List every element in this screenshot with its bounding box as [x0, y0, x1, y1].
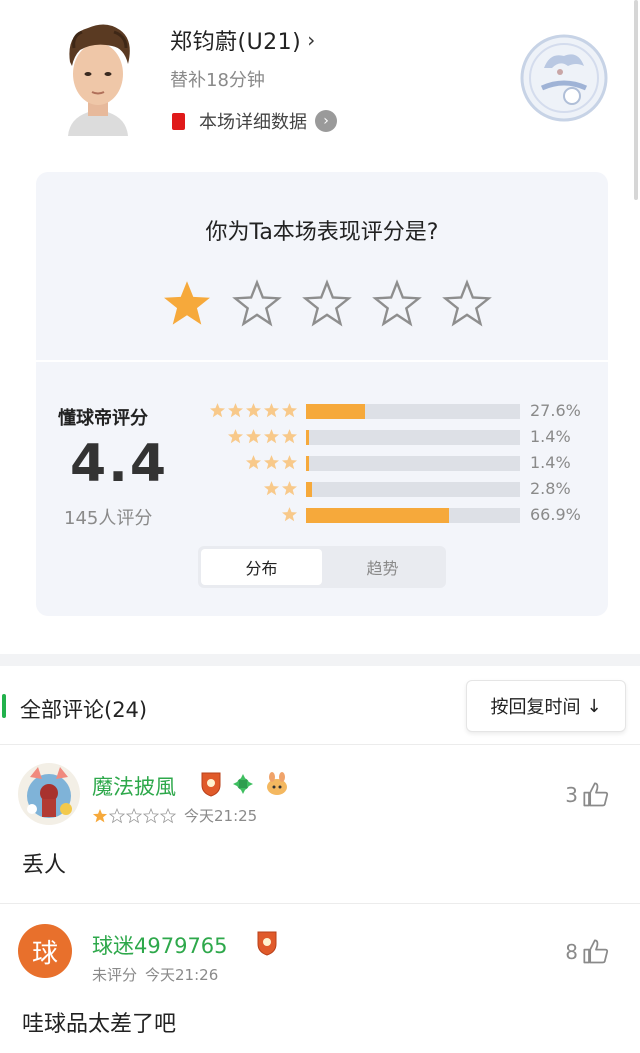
rate-star-3[interactable] [292, 274, 362, 334]
substitute-minutes: 替补18分钟 [170, 70, 265, 91]
distribution-row-5-star: 27.6% [208, 401, 598, 420]
rating-status: 未评分 [92, 966, 138, 984]
comment-meta: 未评分 今天21:26 [92, 964, 218, 985]
chevron-right-icon: › [307, 28, 316, 52]
mini-stars [281, 506, 298, 523]
comment-username[interactable]: 魔法披風 [92, 771, 176, 801]
user-avatar[interactable] [18, 763, 80, 825]
player-header: 郑钧蔚(U21) › 替补18分钟 本场详细数据 › [0, 0, 640, 160]
rate-star-1[interactable] [152, 274, 222, 334]
scrollbar[interactable] [634, 0, 638, 200]
comments-title: 全部评论(24) [20, 698, 148, 722]
like-button[interactable]: 8 [565, 938, 610, 966]
rabbit-badge-icon [267, 772, 287, 795]
comment-item: 球 球迷4979765 未评分 今天21:26 8 哇球品太差了吧 [0, 904, 640, 1053]
distribution-trend-toggle: 分布 趋势 [198, 546, 446, 588]
user-avatar[interactable]: 球 [18, 924, 72, 978]
match-detail-label: 本场详细数据 [199, 112, 307, 133]
user-badges [200, 771, 290, 797]
star-filled-icon [164, 281, 210, 325]
given-rating-stars [92, 807, 176, 824]
thumbs-up-icon [583, 939, 609, 964]
distribution-percent: 66.9% [530, 505, 581, 524]
rating-card: 你为Ta本场表现评分是? 懂球帝评分 4.4 145人评分 27.6% 1.4% 1… [36, 172, 608, 616]
mini-stars [227, 428, 298, 445]
comment-username[interactable]: 球迷4979765 [92, 930, 228, 960]
star-outline-icon [302, 279, 352, 327]
comment-time: 今天21:25 [184, 807, 258, 825]
arrow-down-icon: ↓ [586, 695, 602, 717]
distribution-bar-track [306, 404, 520, 419]
mini-stars [209, 402, 298, 419]
sort-button[interactable]: 按回复时间 ↓ [466, 680, 626, 732]
distribution-percent: 1.4% [530, 453, 571, 472]
club-badge-icon [257, 931, 277, 956]
section-separator [0, 654, 640, 666]
mini-stars [263, 480, 298, 497]
player-photo[interactable] [54, 18, 142, 136]
section-accent-bar [2, 694, 6, 718]
rating-question: 你为Ta本场表现评分是? [205, 220, 439, 245]
distribution-percent: 27.6% [530, 401, 581, 420]
leaf-badge-icon [233, 774, 253, 794]
star-outline-icon [442, 279, 492, 327]
tab-distribution[interactable]: 分布 [201, 549, 322, 585]
distribution-row-4-star: 1.4% [208, 427, 598, 446]
distribution-row-1-star: 66.9% [208, 505, 598, 524]
comment-item: 魔法披風 今天21:25 3 丢人 [0, 745, 640, 905]
rating-count: 145人评分 [64, 508, 153, 529]
distribution-percent: 2.8% [530, 479, 571, 498]
like-count: 3 [565, 783, 578, 807]
like-button[interactable]: 3 [565, 781, 610, 809]
user-badges [256, 930, 278, 956]
chevron-circle-icon: › [315, 110, 337, 132]
distribution-bar-track [306, 456, 520, 471]
player-name: 郑钧蔚(U21) [170, 30, 302, 55]
thumbs-up-icon [583, 782, 609, 807]
comment-text: 丢人 [22, 853, 67, 878]
star-outline-icon [372, 279, 422, 327]
club-logo [520, 34, 608, 122]
distribution-row-3-star: 1.4% [208, 453, 598, 472]
like-count: 8 [565, 940, 578, 964]
card-divider [36, 360, 608, 362]
mini-stars [245, 454, 298, 471]
user-rating-stars [152, 274, 502, 334]
distribution-row-2-star: 2.8% [208, 479, 598, 498]
distribution-percent: 1.4% [530, 427, 571, 446]
player-name-link[interactable]: 郑钧蔚(U21) › [170, 24, 315, 56]
distribution-bar-fill [306, 456, 309, 471]
distribution-bar-fill [306, 482, 312, 497]
distribution-bar-track [306, 430, 520, 445]
sort-label: 按回复时间 [490, 697, 581, 718]
avatar-initial: 球 [31, 938, 58, 969]
rate-star-5[interactable] [432, 274, 502, 334]
distribution-bar-fill [306, 508, 450, 523]
distribution-bar-track [306, 482, 520, 497]
star-outline-icon [232, 279, 282, 327]
rate-star-4[interactable] [362, 274, 432, 334]
comment-meta: 今天21:25 [92, 805, 257, 826]
comment-text: 哇球品太差了吧 [22, 1012, 177, 1037]
red-card-icon [172, 112, 185, 130]
distribution-bar-fill [306, 404, 366, 419]
comments-header: 全部评论(24) 按回复时间 ↓ [0, 678, 640, 738]
comment-time: 今天21:26 [145, 966, 219, 984]
club-badge-icon [201, 772, 221, 797]
average-score: 4.4 [70, 434, 169, 494]
tab-trend[interactable]: 趋势 [322, 549, 443, 585]
dq-rating-label: 懂球帝评分 [58, 408, 148, 429]
distribution-bar-track [306, 508, 520, 523]
distribution-bar-fill [306, 430, 309, 445]
match-detail-link[interactable]: 本场详细数据 › [172, 108, 337, 134]
rate-star-2[interactable] [222, 274, 292, 334]
